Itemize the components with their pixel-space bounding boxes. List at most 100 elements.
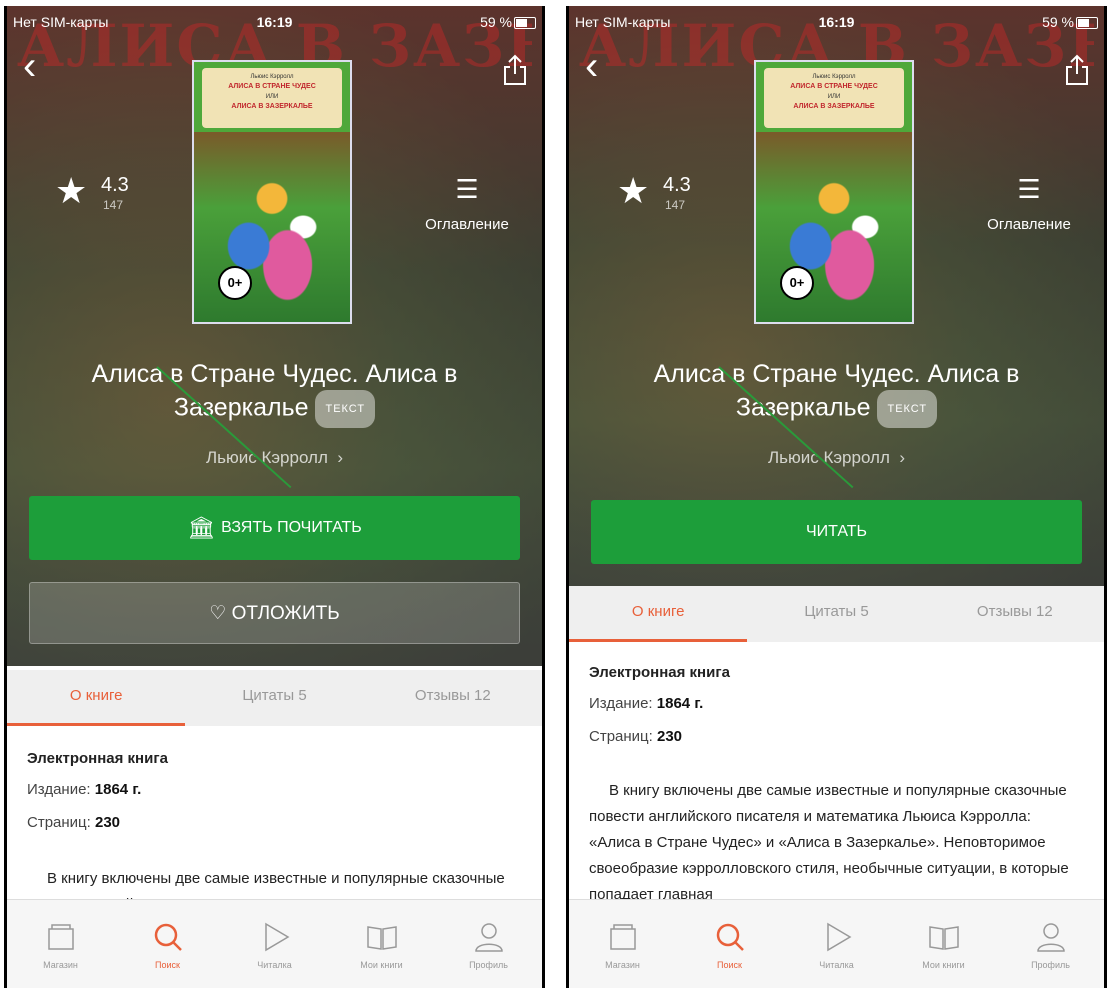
search-icon xyxy=(716,923,744,951)
play-icon xyxy=(826,922,851,952)
star-icon: ★ xyxy=(55,170,88,211)
postpone-button[interactable]: ♡ ОТЛОЖИТЬ xyxy=(29,582,520,644)
cover-title-block: Льюис Кэрролл АЛИСА В СТРАНЕ ЧУДЕС ИЛИ А… xyxy=(202,68,342,128)
nav-my-books[interactable]: Мои книги xyxy=(328,900,435,988)
edition-label: Издание: xyxy=(589,695,653,712)
cover-title-2: АЛИСА В ЗАЗЕРКАЛЬЕ xyxy=(793,103,875,110)
cover-title-2: АЛИСА В ЗАЗЕРКАЛЬЕ xyxy=(231,103,313,110)
nav-profile-label: Профиль xyxy=(469,960,508,970)
screen-left: АЛИСА В ЗАЗЕРКА Нет SIM-карты 16:19 59 %… xyxy=(4,6,545,988)
format-badge: ТЕКСТ xyxy=(315,390,376,428)
battery-icon xyxy=(514,17,536,29)
author-link[interactable]: Льюис Кэрролл › xyxy=(569,448,1104,468)
cover-separator: ИЛИ xyxy=(265,94,279,100)
nav-profile[interactable]: Профиль xyxy=(997,900,1104,988)
nav-search-label: Поиск xyxy=(717,960,742,970)
status-bar: Нет SIM-карты 16:19 59 % xyxy=(7,14,542,34)
nav-profile-label: Профиль xyxy=(1031,960,1070,970)
cover-title-1: АЛИСА В СТРАНЕ ЧУДЕС xyxy=(790,83,878,90)
play-icon xyxy=(264,922,289,952)
status-bar: Нет SIM-карты 16:19 59 % xyxy=(569,14,1104,34)
edition-row: Издание: 1864 г. xyxy=(27,781,522,798)
rating-count: 147 xyxy=(665,198,686,212)
nav-my-books[interactable]: Мои книги xyxy=(890,900,997,988)
share-icon[interactable] xyxy=(502,54,528,86)
rating-count: 147 xyxy=(103,198,124,212)
book-title: Алиса в Стране Чудес. Алиса в Зазеркалье… xyxy=(609,358,1064,428)
borrow-button[interactable]: 🏛 ВЗЯТЬ ПОЧИТАТЬ xyxy=(29,496,520,560)
nav-store-label: Магазин xyxy=(43,960,78,970)
book-description: В книгу включены две самые известные и п… xyxy=(589,782,1069,903)
pages-row: Страниц: 230 xyxy=(27,814,522,831)
profile-icon xyxy=(1036,923,1065,952)
edition-row: Издание: 1864 г. xyxy=(589,695,1084,712)
store-icon xyxy=(47,924,74,950)
cover-illustration xyxy=(756,132,912,322)
tab-quotes[interactable]: Цитаты 5 xyxy=(185,670,363,726)
back-chevron-icon[interactable]: ‹ xyxy=(585,46,615,86)
tab-quotes[interactable]: Цитаты 5 xyxy=(747,586,925,642)
age-rating-badge: 0+ xyxy=(218,266,252,300)
nav-reader-label: Читалка xyxy=(257,960,292,970)
book-info: Электронная книга Издание: 1864 г. Стран… xyxy=(589,664,1084,761)
cover-separator: ИЛИ xyxy=(827,94,841,100)
pages-label: Страниц: xyxy=(27,814,91,831)
book-cover[interactable]: Льюис Кэрролл АЛИСА В СТРАНЕ ЧУДЕС ИЛИ А… xyxy=(192,60,352,324)
chevron-right-icon: › xyxy=(332,448,343,467)
read-button[interactable]: ЧИТАТЬ xyxy=(591,500,1082,564)
author-link[interactable]: Льюис Кэрролл › xyxy=(7,448,542,468)
info-heading: Электронная книга xyxy=(589,664,730,681)
tab-bar: О книге Цитаты 5 Отзывы 12 xyxy=(7,670,542,726)
book-icon xyxy=(366,926,397,950)
profile-icon xyxy=(474,923,503,952)
cover-title-block: Льюис Кэрролл АЛИСА В СТРАНЕ ЧУДЕС ИЛИ А… xyxy=(764,68,904,128)
rating-value: 4.3 xyxy=(101,174,129,196)
store-icon xyxy=(609,924,636,950)
cover-title-1: АЛИСА В СТРАНЕ ЧУДЕС xyxy=(228,83,316,90)
nav-search[interactable]: Поиск xyxy=(114,900,221,988)
nav-store[interactable]: Магазин xyxy=(7,900,114,988)
read-button-label: ЧИТАТЬ xyxy=(805,523,868,540)
pages-value: 230 xyxy=(656,728,683,745)
book-cover[interactable]: Льюис Кэрролл АЛИСА В СТРАНЕ ЧУДЕС ИЛИ А… xyxy=(754,60,914,324)
battery-icon xyxy=(1076,17,1098,29)
toc-icon: ☰ xyxy=(455,174,479,204)
clock: 16:19 xyxy=(256,14,293,30)
battery-level: 59 % xyxy=(480,14,512,30)
format-badge: ТЕКСТ xyxy=(877,390,938,428)
toc-button[interactable]: ☰ Оглавление xyxy=(412,176,522,233)
nav-reader[interactable]: Читалка xyxy=(221,900,328,988)
info-heading: Электронная книга xyxy=(27,750,168,767)
toc-label: Оглавление xyxy=(425,216,509,233)
edition-value: 1864 г. xyxy=(656,695,704,712)
star-icon: ★ xyxy=(617,170,650,211)
tab-about[interactable]: О книге xyxy=(569,586,748,642)
book-icon xyxy=(928,926,959,950)
bank-icon: 🏛 xyxy=(187,515,216,540)
nav-my-books-label: Мои книги xyxy=(922,960,965,970)
nav-search[interactable]: Поиск xyxy=(676,900,783,988)
book-info: Электронная книга Издание: 1864 г. Стран… xyxy=(27,750,522,847)
nav-store[interactable]: Магазин xyxy=(569,900,676,988)
edition-value: 1864 г. xyxy=(94,781,142,798)
back-chevron-icon[interactable]: ‹ xyxy=(23,46,53,86)
toc-icon: ☰ xyxy=(1017,174,1041,204)
cover-author: Льюис Кэрролл xyxy=(812,74,856,80)
tab-reviews[interactable]: Отзывы 12 xyxy=(926,586,1104,642)
nav-reader[interactable]: Читалка xyxy=(783,900,890,988)
share-icon[interactable] xyxy=(1064,54,1090,86)
tab-about[interactable]: О книге xyxy=(7,670,186,726)
battery-level: 59 % xyxy=(1042,14,1074,30)
bottom-nav: Магазин Поиск Читалка Мои книги Профиль xyxy=(7,899,542,988)
book-title-text: Алиса в Стране Чудес. Алиса в Зазеркалье xyxy=(91,360,458,422)
toc-button[interactable]: ☰ Оглавление xyxy=(974,176,1084,233)
clock: 16:19 xyxy=(818,14,855,30)
tab-reviews[interactable]: Отзывы 12 xyxy=(364,670,542,726)
heart-icon: ♡ xyxy=(209,603,227,624)
cover-illustration xyxy=(194,132,350,322)
pages-label: Страниц: xyxy=(589,728,653,745)
cover-author: Льюис Кэрролл xyxy=(250,74,294,80)
nav-profile[interactable]: Профиль xyxy=(435,900,542,988)
toc-label: Оглавление xyxy=(987,216,1071,233)
nav-store-label: Магазин xyxy=(605,960,640,970)
